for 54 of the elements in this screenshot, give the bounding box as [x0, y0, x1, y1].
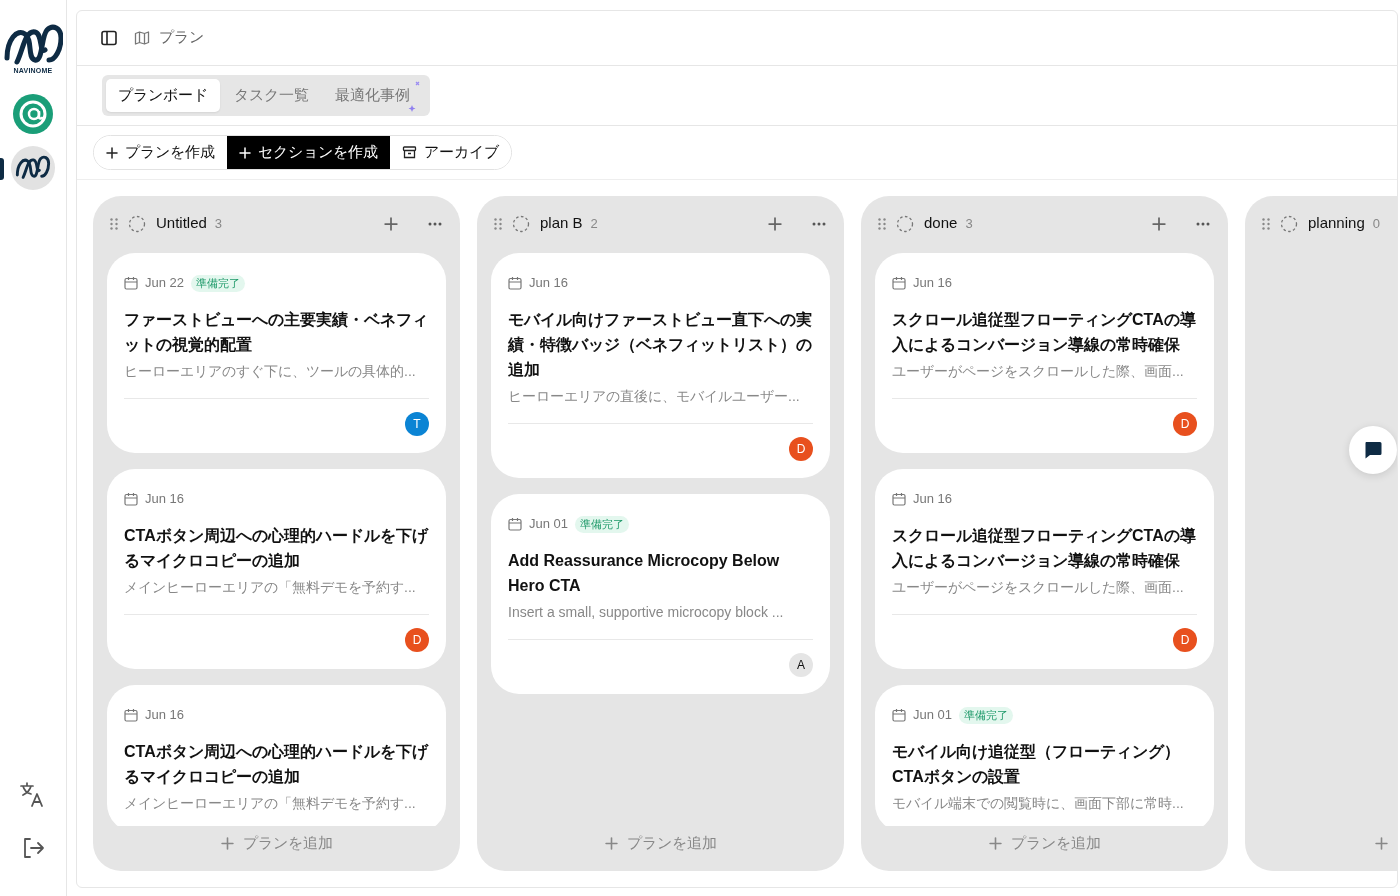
column-count: 2 [590, 215, 598, 234]
card-date: Jun 16 [913, 490, 953, 509]
column-count: 3 [965, 215, 973, 234]
card-description: ユーザーがページをスクロールした際、画面... [892, 578, 1185, 597]
card-date: Jun 16 [145, 490, 185, 509]
card-title: スクロール追従型フローティングCTAの導入によるコンバージョン導線の常時確保 [892, 526, 1197, 571]
tab[interactable]: 最適化事例 [323, 79, 426, 112]
card-description: ヒーローエリアのすぐ下に、ツールの具体的... [124, 362, 417, 381]
card-description: モバイル端末での閲覧時に、画面下部に常時... [892, 794, 1185, 813]
card-date: Jun 16 [913, 274, 953, 293]
card-date: Jun 16 [529, 274, 569, 293]
assignee-avatar: D [1173, 628, 1197, 652]
card-date: Jun 01 [529, 515, 569, 534]
assignee-avatar: D [405, 628, 429, 652]
card-description: ユーザーがページをスクロールした際、画面... [892, 362, 1185, 381]
plan-card[interactable]: Jun 16 スクロール追従型フローティングCTAの導入によるコンバージョン導線の常時確保 ユーザーがページをスクロールした際、画面... D [875, 253, 1214, 453]
card-date: Jun 16 [145, 706, 185, 725]
tab[interactable]: タスク一覧 [222, 79, 321, 112]
plan-card[interactable]: Jun 16 モバイル向けファーストビュー直下への実績・特徴バッジ（ベネフィットリスト）の追加 ヒーローエリアの直後に、モバイルユーザー... D [491, 253, 830, 478]
column-count: 0 [1372, 215, 1380, 234]
card-title: Add Reassurance Microcopy Below Hero CTA [508, 551, 781, 596]
toolbar-button[interactable]: セクションを作成 [227, 136, 390, 169]
plan-card[interactable]: Jun 01 準備完了 モバイル向け追従型（フローティング）CTAボタンの設置 モバイル端末での閲覧時に、画面下部に常時... [875, 685, 1214, 826]
status-badge: 準備完了 [959, 706, 1014, 724]
column-title: planning [1308, 213, 1365, 234]
card-title: モバイル向けファーストビュー直下への実績・特徴バッジ（ベネフィットリスト）の追加 [508, 310, 813, 380]
card-description: ヒーローエリアの直後に、モバイルユーザー... [508, 387, 801, 406]
card-date: Jun 01 [913, 706, 953, 725]
card-title: スクロール追従型フローティングCTAの導入によるコンバージョン導線の常時確保 [892, 310, 1197, 355]
plan-card[interactable]: Jun 16 CTAボタン周辺への心理的ハードルを下げるマイクロコピーの追加 メインヒーローエリアの「無料デモを予約す... D [107, 469, 446, 669]
status-badge: 準備完了 [191, 274, 246, 292]
assignee-avatar: T [405, 412, 429, 436]
status-badge: 準備完了 [575, 515, 630, 533]
breadcrumb-text: プラン [159, 28, 204, 48]
column-title: done [924, 213, 958, 234]
plan-card[interactable]: Jun 16 CTAボタン周辺への心理的ハードルを下げるマイクロコピーの追加 メインヒーローエリアの「無料デモを予約す... [107, 685, 446, 826]
plan-card[interactable]: Jun 16 スクロール追従型フローティングCTAの導入によるコンバージョン導線の常時確保 ユーザーがページをスクロールした際、画面... D [875, 469, 1214, 669]
assignee-avatar: D [789, 437, 813, 461]
tab[interactable]: プランボード [106, 79, 220, 112]
card-title: モバイル向け追従型（フローティング）CTAボタンの設置 [892, 742, 1181, 787]
column-count: 3 [214, 215, 223, 234]
card-title: ファーストビューへの主要実績・ベネフィットの視覚的配置 [124, 310, 429, 355]
card-description: Insert a small, supportive microcopy block ... [508, 603, 785, 622]
card-title: CTAボタン周辺への心理的ハードルを下げるマイクロコピーの追加 [124, 526, 429, 571]
assignee-avatar: D [1173, 412, 1197, 436]
plan-card[interactable]: Jun 22 準備完了 ファーストビューへの主要実績・ベネフィットの視覚的配置 ヒーローエリアのすぐ下に、ツールの具体的... T [107, 253, 446, 453]
column-title: Untitled [156, 213, 207, 234]
plan-card[interactable]: Jun 01 準備完了 Add Reassurance Microcopy Below Hero CTA Insert a small, supportive microcopy block ... A [491, 494, 830, 694]
assignee-avatar: A [789, 653, 813, 677]
card-title: CTAボタン周辺への心理的ハードルを下げるマイクロコピーの追加 [124, 742, 429, 787]
column-title: plan B [540, 213, 583, 234]
card-date: Jun 22 [145, 274, 185, 293]
card-description: メインヒーローエリアの「無料デモを予約す... [124, 578, 417, 597]
card-description: メインヒーローエリアの「無料デモを予約す... [124, 794, 417, 813]
